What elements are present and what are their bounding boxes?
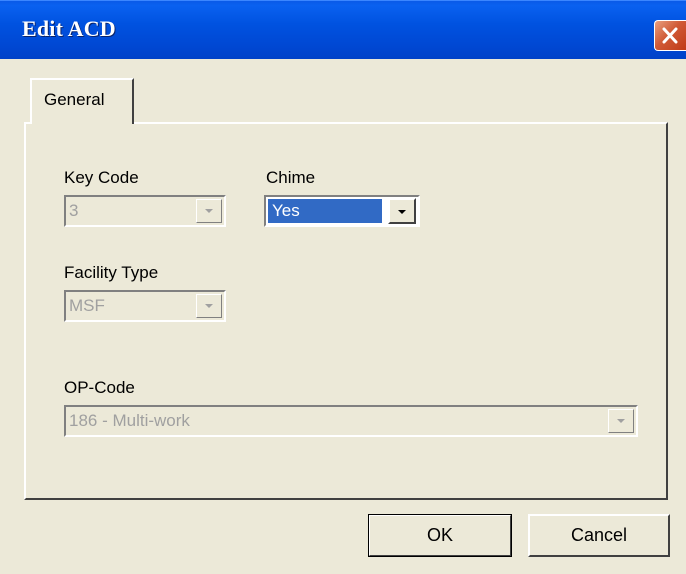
window-title: Edit ACD — [22, 16, 116, 41]
close-icon — [662, 27, 678, 44]
title-bar[interactable]: Edit ACD — [0, 0, 686, 59]
ok-button[interactable]: OK — [368, 514, 512, 557]
general-tab-panel — [24, 122, 668, 500]
cancel-button[interactable]: Cancel — [528, 514, 670, 557]
close-button[interactable] — [654, 20, 686, 51]
tab-general-label: General — [44, 90, 105, 109]
tab-general[interactable]: General — [30, 78, 134, 124]
